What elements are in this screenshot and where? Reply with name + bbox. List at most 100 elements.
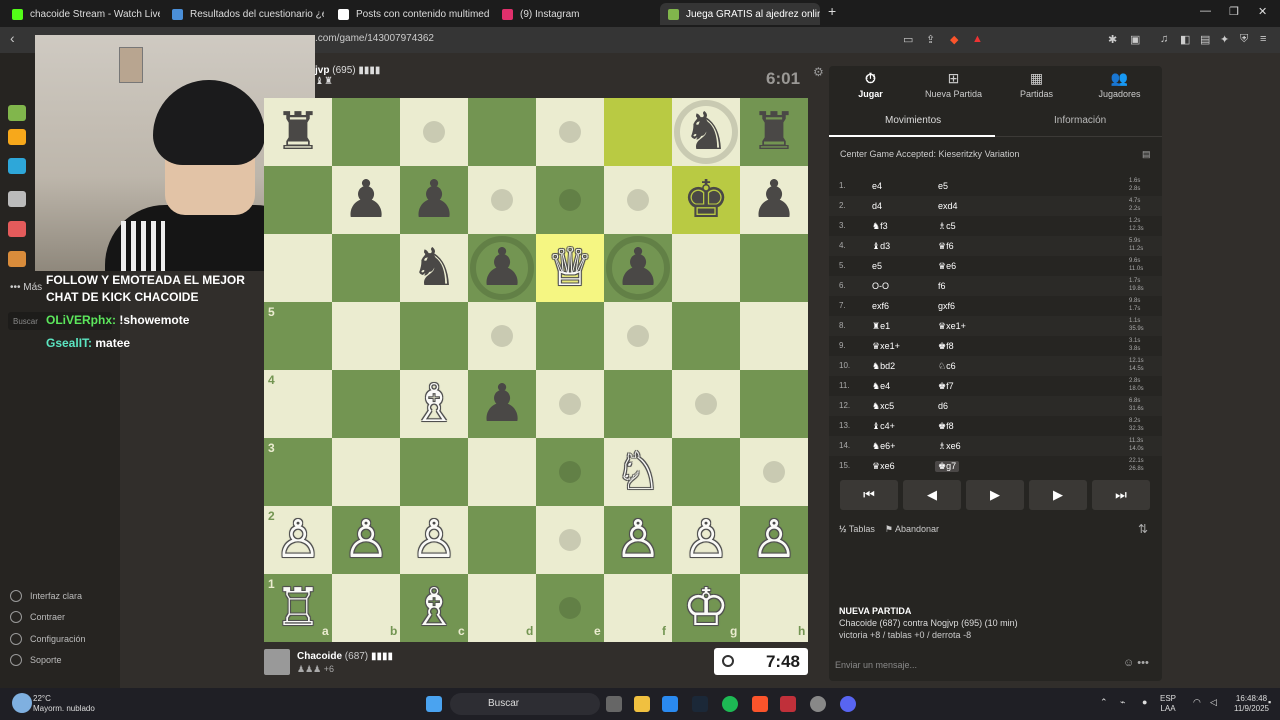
black-move[interactable]: exd4 xyxy=(938,201,958,211)
black-move[interactable]: ♚g7 xyxy=(935,461,960,472)
white-move[interactable]: ♝c4+ xyxy=(872,421,895,432)
board-square[interactable]: ♟ xyxy=(740,166,808,234)
more-menu[interactable]: ••• Más xyxy=(10,282,42,293)
url-field[interactable]: .com/game/143007974362 xyxy=(315,33,434,44)
learn-icon[interactable] xyxy=(8,158,26,174)
board-square[interactable] xyxy=(332,302,400,370)
ai-icon[interactable]: ✦ xyxy=(1220,33,1229,46)
board-square[interactable] xyxy=(536,98,604,166)
board-square[interactable]: ♜ xyxy=(740,98,808,166)
tab-play[interactable]: ⏱ Jugar xyxy=(829,70,912,99)
black-move[interactable]: ♛f6 xyxy=(938,241,954,252)
last-move-button[interactable]: ⏭ xyxy=(1092,480,1150,510)
chess-piece[interactable]: ♞ xyxy=(672,98,740,166)
legal-move-dot[interactable] xyxy=(627,325,649,347)
legal-move-dot[interactable] xyxy=(559,461,581,483)
board-square[interactable] xyxy=(332,234,400,302)
language-indicator[interactable]: ESP LAA xyxy=(1160,694,1176,714)
sidebar-icon[interactable]: ◧ xyxy=(1180,33,1190,46)
board-square[interactable]: ♕ xyxy=(536,234,604,302)
board-square[interactable] xyxy=(536,438,604,506)
black-move[interactable]: ♚f7 xyxy=(938,381,954,392)
screen-icon[interactable]: ▭ xyxy=(903,33,913,46)
tab-games[interactable]: ▦ Partidas xyxy=(995,70,1078,99)
black-move[interactable]: e5 xyxy=(938,181,948,191)
play-icon[interactable] xyxy=(8,105,26,121)
board-square[interactable] xyxy=(536,166,604,234)
book-icon[interactable]: ▤ xyxy=(1142,149,1151,160)
vpn-icon[interactable]: ⛨ xyxy=(1240,33,1248,46)
new-tab-button[interactable]: + xyxy=(828,3,836,19)
board-square[interactable] xyxy=(740,234,808,302)
board-square[interactable] xyxy=(400,302,468,370)
puzzles-icon[interactable] xyxy=(8,129,26,145)
board-square[interactable] xyxy=(468,506,536,574)
black-move[interactable]: ♛xe1+ xyxy=(938,321,966,332)
social-icon[interactable] xyxy=(8,251,26,267)
legal-move-dot[interactable] xyxy=(559,189,581,211)
white-move[interactable]: e5 xyxy=(872,261,882,271)
first-move-button[interactable]: ⏮ xyxy=(840,480,898,510)
tab-new-game[interactable]: ⊞ Nueva Partida xyxy=(912,70,995,99)
board-square[interactable]: ♗ xyxy=(400,370,468,438)
chess-piece[interactable]: ♜ xyxy=(264,98,332,166)
board-square[interactable] xyxy=(672,234,740,302)
share-icon[interactable]: ⇪ xyxy=(926,33,935,46)
board-square[interactable] xyxy=(332,98,400,166)
black-move[interactable]: ♚f8 xyxy=(938,421,954,432)
board-square[interactable]: ♚ xyxy=(672,166,740,234)
chess-piece[interactable]: ♘ xyxy=(604,438,672,506)
white-move[interactable]: ♞e4 xyxy=(872,381,890,392)
board-square[interactable]: ♙ xyxy=(400,506,468,574)
chess-piece[interactable]: ♟ xyxy=(332,166,400,234)
board-square[interactable] xyxy=(740,370,808,438)
black-move[interactable]: ♛e6 xyxy=(938,261,956,272)
rewards-icon[interactable]: ▲ xyxy=(972,33,983,45)
windows-start-icon[interactable] xyxy=(426,696,442,712)
music-icon[interactable]: ♫ xyxy=(1160,33,1168,45)
next-move-button[interactable]: ▶ xyxy=(1029,480,1087,510)
tab-kick[interactable]: chacoide Stream - Watch Live on✕ xyxy=(4,3,160,25)
legal-move-dot[interactable] xyxy=(627,189,649,211)
menu-icon[interactable]: ≡ xyxy=(1260,33,1266,45)
clock[interactable]: 16:48:48 11/9/2025 xyxy=(1234,694,1269,714)
steam-icon[interactable] xyxy=(692,696,708,712)
board-square[interactable] xyxy=(400,98,468,166)
board-square[interactable] xyxy=(332,438,400,506)
white-move[interactable]: ♜e1 xyxy=(872,321,890,332)
white-move[interactable]: ♞bd2 xyxy=(872,361,895,372)
legal-move-dot[interactable] xyxy=(695,393,717,415)
board-square[interactable]: ♟ xyxy=(468,234,536,302)
board-square[interactable] xyxy=(604,98,672,166)
spotify-icon[interactable] xyxy=(722,696,738,712)
weather-widget[interactable]: 22°C Mayorm. nublado xyxy=(33,694,95,714)
app-icon[interactable] xyxy=(810,696,826,712)
board-square[interactable] xyxy=(740,438,808,506)
light-ui-toggle[interactable]: Interfaz clara xyxy=(10,590,82,602)
brave-shield-icon[interactable]: ◆ xyxy=(950,33,958,46)
chess-piece[interactable]: ♟ xyxy=(468,370,536,438)
screenshot-icon[interactable]: ▣ xyxy=(1130,33,1140,46)
white-move[interactable]: e4 xyxy=(872,181,882,191)
news-icon[interactable] xyxy=(8,221,26,237)
chess-piece[interactable]: ♙ xyxy=(332,506,400,574)
back-icon[interactable]: ‹ xyxy=(10,30,15,46)
white-move[interactable]: exf6 xyxy=(872,301,889,311)
white-move[interactable]: d4 xyxy=(872,201,882,211)
tab-chess[interactable]: Juega GRATIS al ajedrez online -✕ xyxy=(660,3,820,25)
board-square[interactable] xyxy=(536,506,604,574)
board-settings-icon[interactable]: ⚙ xyxy=(813,65,824,79)
chess-piece[interactable]: ♟ xyxy=(604,234,672,302)
white-move[interactable]: ♞e6+ xyxy=(872,441,895,452)
board-square[interactable]: ♟ xyxy=(604,234,672,302)
board-square[interactable] xyxy=(604,370,672,438)
tab-quiz[interactable]: Resultados del cuestionario ¿eres un xyxy=(164,3,324,25)
chess-piece[interactable]: ♙ xyxy=(740,506,808,574)
chess-piece[interactable]: ♗ xyxy=(400,370,468,438)
support-link[interactable]: Soporte xyxy=(10,654,62,666)
legal-move-dot[interactable] xyxy=(491,189,513,211)
weather-icon[interactable] xyxy=(12,693,32,713)
black-move[interactable]: d6 xyxy=(938,401,948,411)
wifi-icon[interactable]: ◠ xyxy=(1193,697,1201,707)
settings-link[interactable]: Configuración xyxy=(10,633,86,645)
